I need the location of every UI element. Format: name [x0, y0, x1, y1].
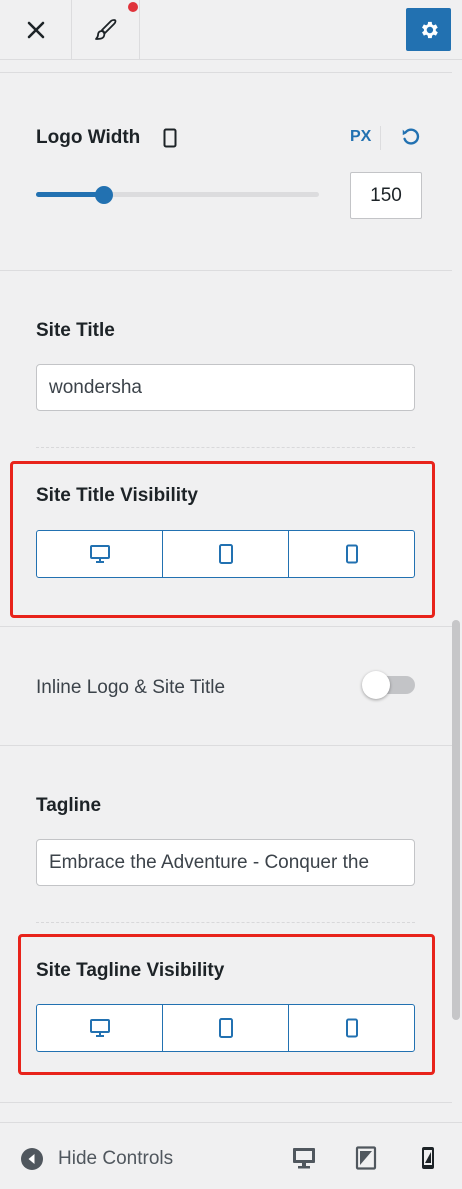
site-title-label: Site Title [36, 320, 115, 341]
desktop-icon [293, 1148, 315, 1169]
mobile-icon [345, 544, 358, 564]
site-title-input[interactable]: wondersha [36, 364, 415, 411]
logo-width-label: Logo Width [36, 127, 141, 148]
brush-icon [94, 19, 116, 40]
site-tagline-visibility-toggle-group [36, 1004, 415, 1052]
tablet-icon [218, 544, 233, 564]
slider-fill [36, 192, 104, 197]
hide-controls-button[interactable]: Hide Controls [20, 1147, 173, 1171]
tablet-icon [218, 1018, 233, 1038]
notification-dot [128, 2, 138, 12]
settings-button[interactable] [406, 8, 451, 51]
desktop-icon [89, 545, 110, 563]
desktop-icon [89, 1019, 110, 1037]
close-button[interactable] [0, 0, 72, 60]
unit-separator [380, 126, 381, 150]
scrollbar[interactable] [452, 620, 460, 1020]
site-title-visibility-label: Site Title Visibility [36, 485, 198, 506]
preview-mobile-button[interactable] [411, 1143, 445, 1173]
divider [0, 626, 452, 627]
divider [0, 745, 452, 746]
visibility-desktop-button[interactable] [37, 531, 163, 577]
visibility-desktop-button[interactable] [37, 1005, 163, 1051]
tagline-label: Tagline [36, 795, 102, 816]
preview-desktop-button[interactable] [287, 1143, 321, 1173]
visibility-mobile-button[interactable] [289, 531, 414, 577]
mobile-icon [345, 1018, 358, 1038]
dashed-divider [36, 447, 415, 448]
mobile-icon [422, 1147, 434, 1169]
customizer-footer: Hide Controls [0, 1122, 462, 1189]
site-tagline-visibility-label: Site Tagline Visibility [36, 960, 225, 981]
slider-handle[interactable] [95, 186, 113, 204]
visibility-mobile-button[interactable] [289, 1005, 414, 1051]
collapse-arrow-icon [21, 1148, 43, 1170]
customizer-header [0, 0, 462, 60]
divider [0, 72, 452, 73]
site-title-visibility-toggle-group [36, 530, 415, 578]
divider [0, 1102, 452, 1103]
tablet-icon [355, 1146, 377, 1170]
tagline-input[interactable]: Embrace the Adventure - Conquer the [36, 839, 415, 886]
hide-controls-label: Hide Controls [58, 1148, 174, 1169]
inline-logo-toggle[interactable] [362, 671, 415, 699]
responsive-device-icon[interactable] [163, 128, 177, 148]
visibility-tablet-button[interactable] [163, 1005, 289, 1051]
divider [0, 270, 452, 271]
dashed-divider [36, 922, 415, 923]
reset-icon[interactable] [400, 126, 422, 148]
visibility-tablet-button[interactable] [163, 531, 289, 577]
close-icon [27, 21, 44, 39]
logo-width-slider[interactable] [36, 192, 319, 197]
unit-selector[interactable]: PX [350, 128, 371, 146]
inline-logo-label: Inline Logo & Site Title [36, 677, 226, 698]
gear-icon [421, 21, 438, 38]
preview-tablet-button[interactable] [349, 1143, 383, 1173]
logo-width-input[interactable]: 150 [350, 172, 422, 219]
toggle-knob [362, 671, 390, 699]
